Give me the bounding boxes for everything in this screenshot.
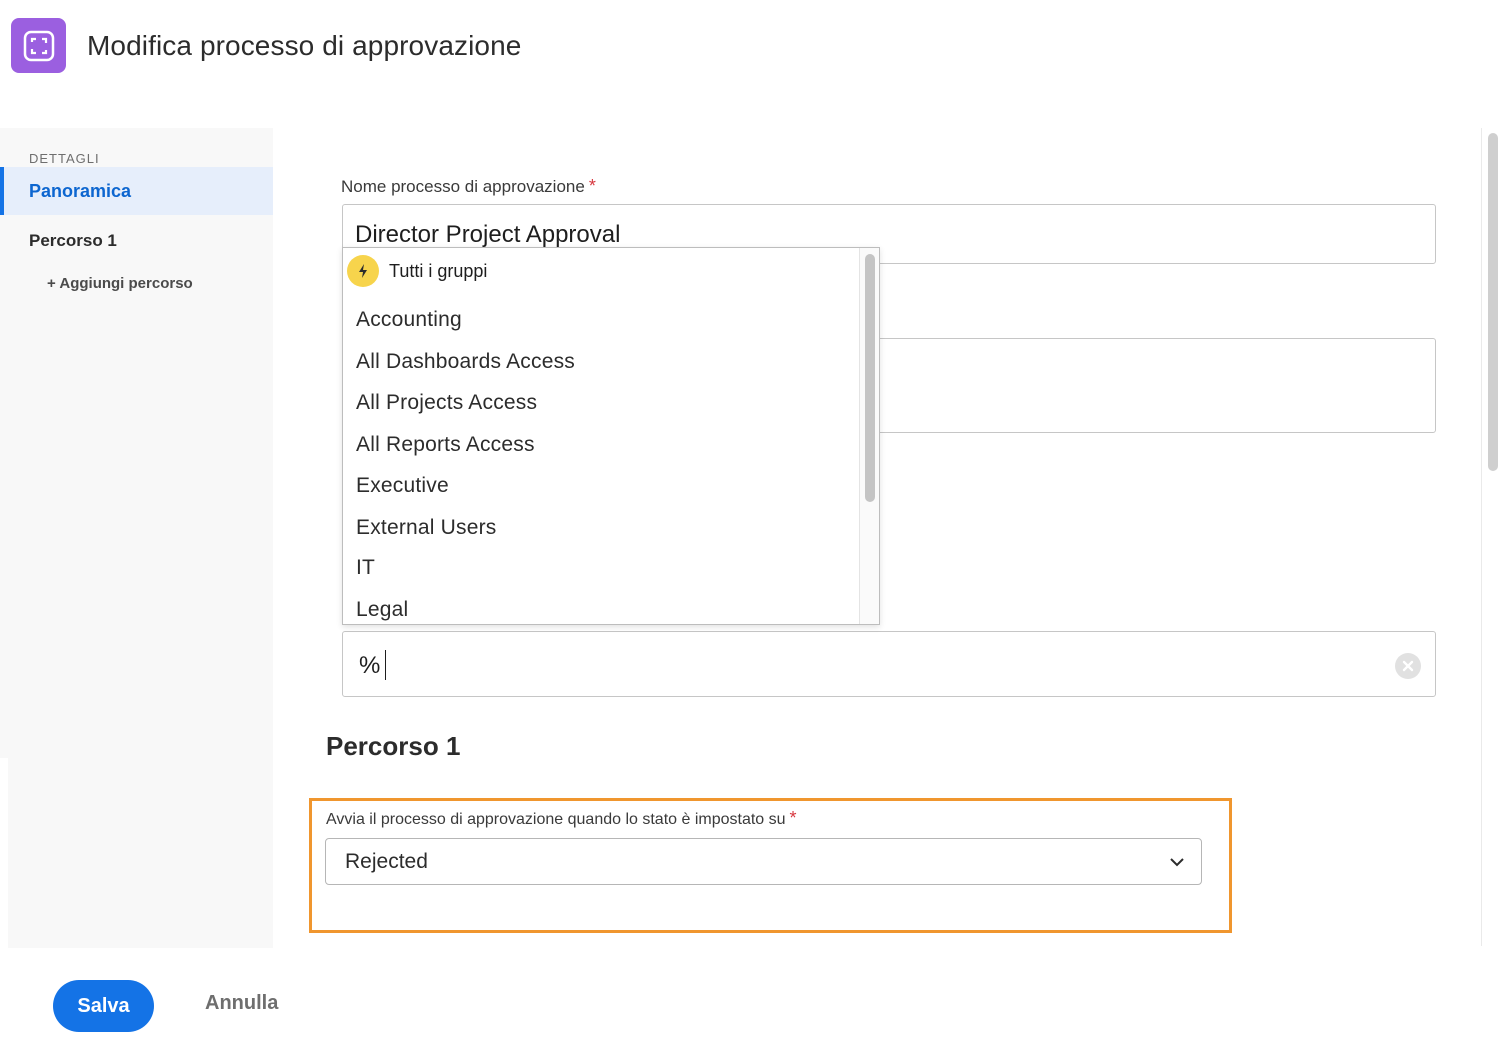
text-caret — [385, 650, 386, 680]
section-title: Percorso 1 — [326, 731, 461, 761]
lightning-icon — [347, 255, 379, 287]
dropdown-option[interactable]: Accounting — [356, 308, 462, 332]
dropdown-option[interactable]: Executive — [356, 474, 449, 498]
dropdown-option[interactable]: External Users — [356, 516, 497, 540]
page-title: Modifica processo di approvazione — [87, 30, 522, 61]
name-field-label: Nome processo di approvazione * — [341, 176, 596, 196]
clear-icon[interactable] — [1395, 653, 1421, 679]
dropdown-option[interactable]: Legal — [356, 598, 408, 622]
required-mark: * — [588, 176, 596, 196]
group-search-value: % — [359, 652, 381, 679]
dropdown-option-label: Tutti i gruppi — [389, 260, 488, 281]
sidebar-item-panoramica[interactable]: Panoramica — [0, 167, 273, 215]
save-button[interactable]: Salva — [53, 980, 154, 1032]
sidebar: DETTAGLI Panoramica Percorso 1 + Aggiung… — [0, 128, 273, 758]
status-select[interactable]: Rejected — [325, 838, 1202, 885]
dropdown-scrollbar[interactable] — [859, 248, 879, 624]
name-input-value: Director Project Approval — [355, 221, 621, 248]
sidebar-lower — [8, 758, 273, 948]
dropdown-scrollbar-thumb[interactable] — [865, 254, 875, 502]
status-select-value: Rejected — [345, 850, 428, 873]
required-mark: * — [789, 808, 797, 828]
header: Modifica processo di approvazione — [0, 0, 1500, 95]
dropdown-option[interactable]: IT — [356, 556, 375, 580]
group-search-input[interactable]: % — [342, 631, 1436, 697]
chevron-down-icon — [1170, 858, 1184, 867]
dropdown-option-all-groups[interactable]: Tutti i gruppi — [347, 254, 487, 288]
dropdown-option[interactable]: All Reports Access — [356, 433, 535, 457]
add-path-link[interactable]: + Aggiungi percorso — [47, 275, 193, 292]
status-field-label: Avvia il processo di approvazione quando… — [326, 808, 797, 828]
main-scrollbar[interactable] — [1481, 128, 1500, 946]
main-scrollbar-thumb[interactable] — [1488, 133, 1498, 471]
group-dropdown: Tutti i gruppi Accounting All Dashboards… — [342, 247, 880, 625]
approval-process-icon — [11, 18, 66, 73]
cancel-button[interactable]: Annulla — [205, 992, 278, 1015]
sidebar-item-label: Panoramica — [29, 181, 132, 201]
sidebar-heading: DETTAGLI — [29, 151, 100, 166]
sidebar-item-percorso-1[interactable]: Percorso 1 — [29, 231, 117, 251]
dropdown-option[interactable]: All Dashboards Access — [356, 350, 575, 374]
dropdown-option[interactable]: All Projects Access — [356, 391, 537, 415]
